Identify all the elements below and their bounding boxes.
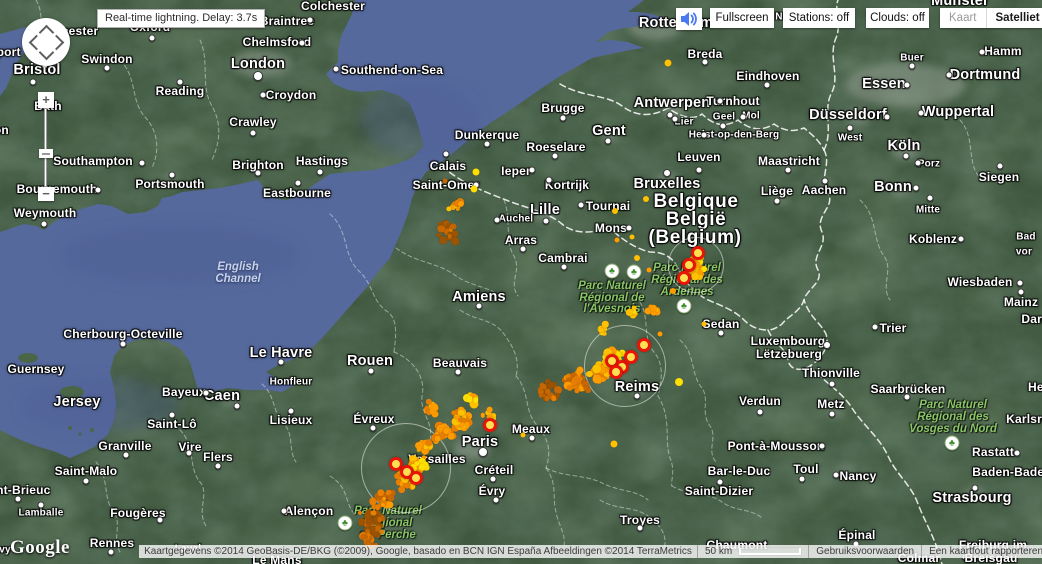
plus-icon: + [42,92,50,107]
satellite-basemap [0,0,1042,564]
pan-control[interactable] [22,18,70,66]
map-attribution: Kaartgegevens ©2014 GeoBasis-DE/BKG (©20… [144,546,692,557]
sound-button[interactable] [676,8,702,30]
report-error-link[interactable]: Een kaartfout rapporteren [929,546,1042,557]
terms-link[interactable]: Gebruiksvoorwaarden [816,546,914,557]
scale-control: 50 km [697,545,808,558]
scale-label: 50 km [705,546,733,557]
speaker-icon [680,12,698,30]
stations-toggle-button[interactable]: Stations: off [783,8,855,28]
map-type-map-button[interactable]: Kaart [940,8,987,28]
map-type-control: Kaart Satelliet [940,8,1042,28]
zoom-out-button[interactable]: − [38,187,54,201]
lightning-delay-status: Real-time lightning. Delay: 3.7s [97,9,266,28]
fullscreen-button[interactable]: Fullscreen [710,8,774,28]
minus-icon: − [42,186,50,201]
google-logo[interactable]: Google [10,537,70,559]
scale-bar [739,548,802,555]
clouds-toggle-button[interactable]: Cl​ouds: off [866,8,929,28]
map-canvas[interactable]: GloucesterOxfordSwindonReadingLondonBrai… [0,0,1042,564]
zoom-slider-handle[interactable] [39,149,53,158]
zoom-slider-track[interactable] [44,108,47,187]
map-type-satellite-button[interactable]: Satelliet [987,8,1042,28]
pan-right-icon[interactable] [48,34,65,51]
zoom-in-button[interactable]: + [38,92,54,108]
map-footer-bar: Kaartgegevens ©2014 GeoBasis-DE/BKG (©20… [139,545,1042,558]
pan-down-icon[interactable] [38,44,55,61]
